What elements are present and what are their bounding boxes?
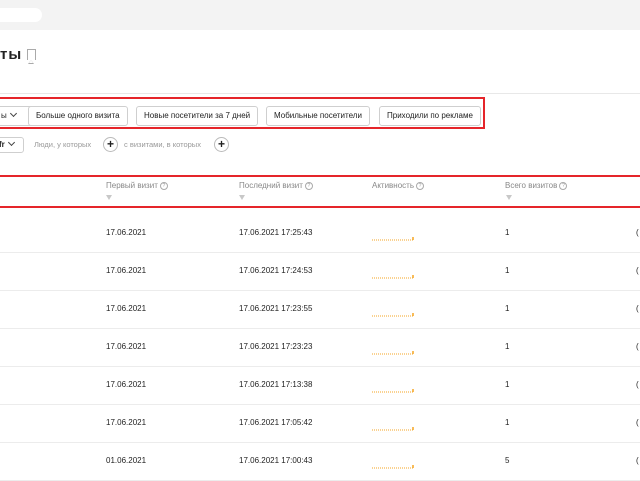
truncated-cell: ( <box>636 456 639 465</box>
segments-highlight-box <box>0 97 485 129</box>
last-visit-cell: 17.06.2021 17:13:38 <box>239 380 313 389</box>
first-visit-cell: 17.06.2021 <box>106 304 147 313</box>
column-header-activity[interactable]: Активность? <box>372 181 425 190</box>
filter-icon[interactable] <box>106 195 112 200</box>
truncated-cell: ( <box>636 418 639 427</box>
people-filter-label: Люди, у которых <box>34 140 92 149</box>
column-header-label: Активность <box>372 181 415 190</box>
total-visits-cell: 1 <box>505 380 510 389</box>
add-people-condition-button[interactable]: + <box>103 137 118 152</box>
last-visit-cell: 17.06.2021 17:25:43 <box>239 228 313 237</box>
first-visit-cell: 17.06.2021 <box>106 380 147 389</box>
first-visit-cell: 17.06.2021 <box>106 342 147 351</box>
table-row[interactable]: 17.06.2021 17.06.2021 17:05:42 1 ( <box>0 404 640 443</box>
info-icon[interactable]: ? <box>559 182 568 190</box>
table-row[interactable]: 17.06.2021 17.06.2021 17:13:38 1 ( <box>0 366 640 405</box>
activity-sparkline <box>372 427 414 431</box>
table-row[interactable]: 01.06.2021 17.06.2021 17:00:43 5 ( <box>0 442 640 481</box>
filter-dropdown[interactable]: fr <box>0 137 24 153</box>
last-visit-cell: 17.06.2021 17:24:53 <box>239 266 313 275</box>
activity-sparkline <box>372 237 414 241</box>
truncated-cell: ( <box>636 380 639 389</box>
filter-icon[interactable] <box>239 195 245 200</box>
column-header-label: Последний визит <box>239 181 303 190</box>
table-row[interactable]: 17.06.2021 17.06.2021 17:24:53 1 ( <box>0 252 640 291</box>
truncated-cell: ( <box>636 342 639 351</box>
first-visit-cell: 17.06.2021 <box>106 228 147 237</box>
page-title: ты <box>0 45 23 63</box>
plus-icon: + <box>217 137 225 151</box>
activity-sparkline <box>372 313 414 317</box>
info-icon[interactable]: ? <box>416 182 425 190</box>
first-visit-cell: 17.06.2021 <box>106 266 147 275</box>
chevron-down-icon <box>7 138 15 147</box>
first-visit-cell: 01.06.2021 <box>106 456 147 465</box>
last-visit-cell: 17.06.2021 17:23:55 <box>239 304 313 313</box>
filter-dropdown-label: fr <box>0 140 5 149</box>
activity-sparkline <box>372 389 414 393</box>
filter-icon[interactable] <box>506 195 512 200</box>
total-visits-cell: 1 <box>505 228 510 237</box>
last-visit-cell: 17.06.2021 17:05:42 <box>239 418 313 427</box>
total-visits-cell: 1 <box>505 418 510 427</box>
header-divider <box>0 93 640 94</box>
info-icon[interactable]: ? <box>159 182 168 190</box>
column-header-last-visit[interactable]: Последний визит? <box>239 181 313 190</box>
activity-sparkline <box>372 275 414 279</box>
info-icon[interactable]: ? <box>304 182 313 190</box>
activity-sparkline <box>372 465 414 469</box>
table-row[interactable]: 17.06.2021 17.06.2021 17:25:43 1 ( <box>0 214 640 253</box>
bookmark-icon[interactable] <box>27 48 37 64</box>
add-visit-condition-button[interactable]: + <box>214 137 229 152</box>
visits-filter-label: с визитами, в которых <box>124 140 201 149</box>
table-header-highlight-box <box>0 175 640 208</box>
page-header: ты <box>0 44 37 64</box>
table-row[interactable]: 17.06.2021 17.06.2021 17:23:23 1 ( <box>0 328 640 367</box>
activity-sparkline <box>372 351 414 355</box>
total-visits-cell: 5 <box>505 456 510 465</box>
last-visit-cell: 17.06.2021 17:23:23 <box>239 342 313 351</box>
truncated-cell: ( <box>636 228 639 237</box>
column-header-first-visit[interactable]: Первый визит? <box>106 181 168 190</box>
truncated-cell: ( <box>636 266 639 275</box>
column-header-total-visits[interactable]: Всего визитов? <box>505 181 568 190</box>
plus-icon: + <box>106 137 114 151</box>
total-visits-cell: 1 <box>505 304 510 313</box>
top-bar <box>0 0 640 30</box>
table-row[interactable]: 17.06.2021 17.06.2021 17:23:55 1 ( <box>0 290 640 329</box>
column-header-label: Первый визит <box>106 181 158 190</box>
column-header-label: Всего визитов <box>505 181 558 190</box>
truncated-cell: ( <box>636 304 639 313</box>
first-visit-cell: 17.06.2021 <box>106 418 147 427</box>
total-visits-cell: 1 <box>505 266 510 275</box>
total-visits-cell: 1 <box>505 342 510 351</box>
last-visit-cell: 17.06.2021 17:00:43 <box>239 456 313 465</box>
top-search-pill[interactable] <box>0 8 42 22</box>
